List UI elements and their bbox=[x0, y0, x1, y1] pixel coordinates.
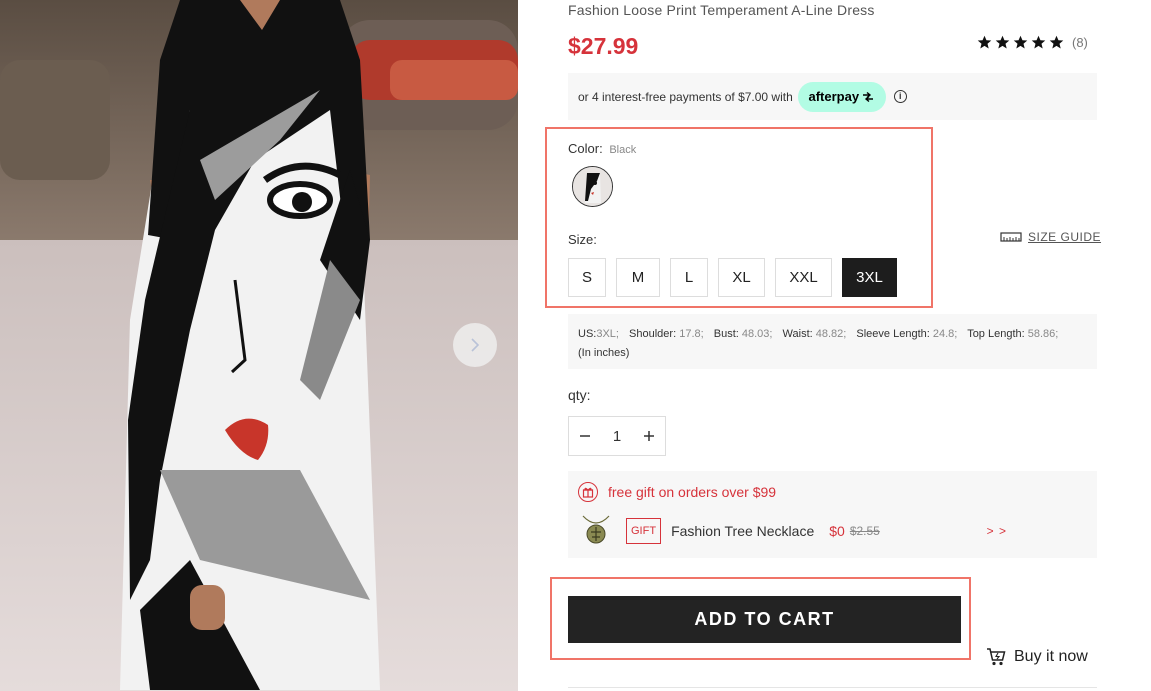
size-option-xl[interactable]: XL bbox=[718, 258, 765, 297]
quantity-decrement-button[interactable] bbox=[569, 417, 601, 455]
gift-item-price: $0 bbox=[829, 523, 845, 539]
afterpay-text: or 4 interest-free payments of $7.00 wit… bbox=[578, 89, 793, 104]
buy-now-link[interactable]: Buy it now bbox=[986, 647, 1088, 667]
measurement-item: Top Length: 58.86; bbox=[967, 328, 1059, 340]
measurement-item: US:3XL; bbox=[578, 328, 619, 340]
chevron-right-icon bbox=[471, 338, 480, 352]
afterpay-arrow-icon bbox=[863, 91, 874, 102]
size-option-3xl[interactable]: 3XL bbox=[842, 258, 897, 297]
free-gift-header-text: free gift on orders over $99 bbox=[608, 484, 777, 500]
star-icon bbox=[995, 35, 1010, 49]
gift-tag: GIFT bbox=[626, 518, 662, 544]
measurement-unit-note: (In inches) bbox=[578, 347, 630, 359]
quantity-stepper bbox=[568, 416, 666, 456]
size-option-m[interactable]: M bbox=[616, 258, 660, 297]
quantity-input[interactable] bbox=[602, 418, 632, 454]
divider bbox=[568, 687, 1097, 688]
selected-color: Black bbox=[609, 144, 637, 156]
product-price: $27.99 bbox=[568, 33, 639, 59]
measurement-item: Bust: 48.03; bbox=[713, 328, 773, 340]
gift-icon bbox=[578, 482, 598, 502]
free-gift-panel: free gift on orders over $99 GIFT Fashio… bbox=[568, 471, 1097, 558]
review-count[interactable]: (8) bbox=[1072, 35, 1088, 50]
minus-icon bbox=[580, 435, 590, 437]
color-label: Color: Black bbox=[568, 141, 636, 156]
gift-more-arrow[interactable]: > > bbox=[987, 524, 1007, 538]
measurement-item: Shoulder: 17.8; bbox=[629, 328, 704, 340]
free-gift-header: free gift on orders over $99 bbox=[578, 482, 776, 502]
product-main-image bbox=[0, 0, 518, 691]
star-icon bbox=[977, 35, 992, 49]
measurement-item: Waist: 48.82; bbox=[782, 328, 847, 340]
product-photo-illustration bbox=[0, 0, 518, 691]
gift-item-name: Fashion Tree Necklace bbox=[671, 523, 815, 539]
quantity-label: qty: bbox=[568, 387, 591, 403]
size-measurements: US:3XL; Shoulder: 17.8; Bust: 48.03; Wai… bbox=[568, 314, 1097, 369]
color-label-text: Color: bbox=[568, 141, 603, 156]
size-option-xxl[interactable]: XXL bbox=[775, 258, 832, 297]
star-icon bbox=[1013, 35, 1028, 49]
plus-icon bbox=[644, 431, 654, 441]
ruler-icon bbox=[1000, 232, 1022, 242]
rating-stars bbox=[977, 35, 1064, 50]
star-icon bbox=[1031, 35, 1046, 49]
necklace-thumbnail bbox=[577, 514, 615, 548]
afterpay-brand: afterpay bbox=[808, 89, 860, 104]
cart-icon bbox=[987, 648, 1006, 666]
star-icon bbox=[1049, 35, 1064, 49]
buy-now-label: Buy it now bbox=[1014, 648, 1088, 665]
next-image-button[interactable] bbox=[453, 323, 497, 367]
size-option-l[interactable]: L bbox=[670, 258, 708, 297]
swatch-thumbnail-image bbox=[573, 167, 612, 206]
size-guide-link[interactable]: SIZE GUIDE bbox=[1000, 230, 1101, 244]
afterpay-banner: or 4 interest-free payments of $7.00 wit… bbox=[568, 73, 1097, 120]
info-icon[interactable]: i bbox=[893, 90, 907, 103]
product-title: Fashion Loose Print Temperament A-Line D… bbox=[568, 2, 875, 18]
measurement-item: Sleeve Length: 24.8; bbox=[856, 328, 958, 340]
product-rating[interactable]: (8) bbox=[977, 35, 1088, 50]
size-label: Size: bbox=[568, 232, 597, 247]
size-option-s[interactable]: S bbox=[568, 258, 606, 297]
add-to-cart-button[interactable]: ADD TO CART bbox=[568, 596, 961, 643]
size-guide-label: SIZE GUIDE bbox=[1028, 230, 1102, 244]
afterpay-logo[interactable]: afterpay bbox=[797, 81, 886, 112]
gift-item-original-price: $2.55 bbox=[849, 524, 880, 538]
gift-item-row[interactable]: GIFT Fashion Tree Necklace $0 $2.55 > > bbox=[577, 514, 1087, 548]
color-swatch-black[interactable] bbox=[572, 166, 613, 207]
quantity-increment-button[interactable] bbox=[633, 417, 665, 455]
